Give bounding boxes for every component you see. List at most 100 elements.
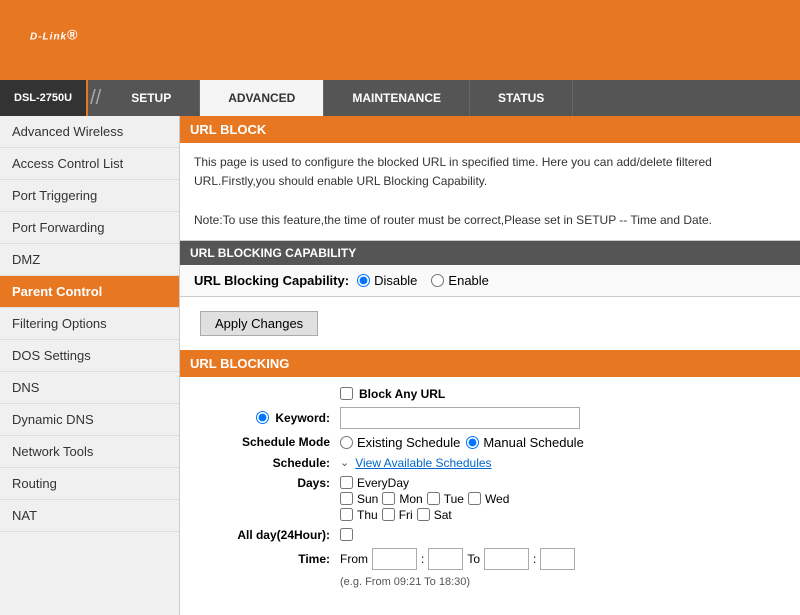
time-colon1: :	[421, 552, 424, 566]
tab-maintenance[interactable]: MAINTENANCE	[324, 80, 470, 116]
apply-changes-button[interactable]: Apply Changes	[200, 311, 318, 336]
allday-label: All day(24Hour):	[200, 528, 330, 542]
allday-row: All day(24Hour):	[200, 528, 780, 542]
logo-text: D-Link	[30, 31, 67, 42]
allday-checkbox[interactable]	[340, 528, 353, 541]
sidebar-item-routing[interactable]: Routing	[0, 468, 179, 500]
time-to-minute[interactable]	[540, 548, 575, 570]
disable-radio[interactable]	[357, 274, 370, 287]
logo: D-Link®	[30, 22, 78, 59]
info-line2: Note:To use this feature,the time of rou…	[194, 211, 786, 230]
schedule-dropdown-arrow: ⌄	[340, 456, 349, 469]
enable-radio-label[interactable]: Enable	[431, 273, 488, 288]
keyword-input-container	[340, 407, 580, 429]
existing-schedule-radio[interactable]	[340, 436, 353, 449]
block-any-url-row: Block Any URL	[340, 387, 780, 401]
schedule-mode-row: Schedule Mode Existing Schedule Manual S…	[200, 435, 780, 450]
content-area: URL BLOCK This page is used to configure…	[180, 116, 800, 615]
sidebar-item-filtering-options[interactable]: Filtering Options	[0, 308, 179, 340]
sidebar-item-dynamic-dns[interactable]: Dynamic DNS	[0, 404, 179, 436]
sidebar-item-parent-control[interactable]: Parent Control	[0, 276, 179, 308]
sat-label: Sat	[434, 508, 452, 522]
existing-schedule-label[interactable]: Existing Schedule	[340, 435, 460, 450]
weekdays-line1: Sun Mon Tue Wed	[340, 492, 509, 506]
tab-advanced[interactable]: ADVANCED	[200, 80, 324, 116]
everyday-label: EveryDay	[357, 476, 409, 490]
everyday-checkbox[interactable]	[340, 476, 353, 489]
time-inputs: From : To :	[340, 548, 575, 570]
apply-changes-container: Apply Changes	[180, 297, 800, 350]
manual-schedule-radio[interactable]	[466, 436, 479, 449]
tab-status[interactable]: STATUS	[470, 80, 573, 116]
days-row: Days: EveryDay Sun Mon Tu	[200, 476, 780, 522]
thu-checkbox[interactable]	[340, 508, 353, 521]
capability-body: URL Blocking Capability: Disable Enable	[180, 265, 800, 297]
time-colon2: :	[533, 552, 536, 566]
tab-setup[interactable]: SETUP	[103, 80, 200, 116]
url-blocking-header: URL BLOCKING	[180, 350, 800, 377]
device-label: DSL-2750U	[0, 80, 88, 116]
time-hint: (e.g. From 09:21 To 18:30)	[340, 576, 780, 588]
disable-radio-label[interactable]: Disable	[357, 273, 417, 288]
capability-section-header: URL BLOCKING CAPABILITY	[180, 241, 800, 265]
enable-radio[interactable]	[431, 274, 444, 287]
wed-label: Wed	[485, 492, 509, 506]
time-from-hour[interactable]	[372, 548, 417, 570]
schedule-label: Schedule:	[200, 456, 330, 470]
keyword-row: Keyword:	[200, 407, 780, 429]
info-line1: This page is used to configure the block…	[194, 153, 786, 191]
days-label: Days:	[200, 476, 330, 490]
sidebar-item-advanced-wireless[interactable]: Advanced Wireless	[0, 116, 179, 148]
top-nav: DSL-2750U // SETUP ADVANCED MAINTENANCE …	[0, 80, 800, 116]
time-from-minute[interactable]	[428, 548, 463, 570]
sidebar-item-port-triggering[interactable]: Port Triggering	[0, 180, 179, 212]
time-to-hour[interactable]	[484, 548, 529, 570]
capability-label: URL Blocking Capability:	[194, 273, 349, 288]
schedule-row-content: ⌄ View Available Schedules	[340, 456, 492, 470]
sidebar-item-dns[interactable]: DNS	[0, 372, 179, 404]
block-any-url-checkbox[interactable]	[340, 387, 353, 400]
mon-label: Mon	[399, 492, 422, 506]
disable-label: Disable	[374, 273, 417, 288]
url-block-header: URL BLOCK	[180, 116, 800, 143]
allday-content	[340, 528, 353, 541]
sidebar-item-network-tools[interactable]: Network Tools	[0, 436, 179, 468]
tue-label: Tue	[444, 492, 464, 506]
sidebar: Advanced Wireless Access Control List Po…	[0, 116, 180, 615]
top-nav-tabs: SETUP ADVANCED MAINTENANCE STATUS	[103, 80, 573, 116]
sidebar-item-dos-settings[interactable]: DOS Settings	[0, 340, 179, 372]
time-to-label: To	[467, 552, 480, 566]
sun-checkbox[interactable]	[340, 492, 353, 505]
time-from-label: From	[340, 552, 368, 566]
sat-checkbox[interactable]	[417, 508, 430, 521]
mon-checkbox[interactable]	[382, 492, 395, 505]
nav-slash: //	[88, 80, 103, 116]
weekdays-line2: Thu Fri Sat	[340, 508, 509, 522]
logo-trademark: ®	[67, 26, 78, 42]
view-schedules-link[interactable]: View Available Schedules	[355, 456, 491, 470]
form-area: Block Any URL Keyword: Schedule Mode	[180, 377, 800, 598]
header: D-Link®	[0, 0, 800, 80]
sidebar-item-nat[interactable]: NAT	[0, 500, 179, 532]
keyword-row-label: Keyword:	[200, 411, 330, 425]
manual-schedule-label[interactable]: Manual Schedule	[466, 435, 583, 450]
capability-radio-group: Disable Enable	[357, 273, 489, 288]
info-box: This page is used to configure the block…	[180, 143, 800, 241]
fri-checkbox[interactable]	[382, 508, 395, 521]
schedule-mode-label: Schedule Mode	[200, 435, 330, 449]
main-layout: Advanced Wireless Access Control List Po…	[0, 116, 800, 615]
block-any-url-label: Block Any URL	[359, 387, 445, 401]
sidebar-item-dmz[interactable]: DMZ	[0, 244, 179, 276]
time-content: From : To :	[340, 548, 575, 570]
schedule-mode-options: Existing Schedule Manual Schedule	[340, 435, 584, 450]
keyword-radio[interactable]	[256, 411, 269, 424]
sidebar-item-access-control-list[interactable]: Access Control List	[0, 148, 179, 180]
keyword-input[interactable]	[340, 407, 580, 429]
sun-label: Sun	[357, 492, 378, 506]
enable-label: Enable	[448, 273, 488, 288]
fri-label: Fri	[399, 508, 413, 522]
everyday-line: EveryDay	[340, 476, 509, 490]
tue-checkbox[interactable]	[427, 492, 440, 505]
sidebar-item-port-forwarding[interactable]: Port Forwarding	[0, 212, 179, 244]
wed-checkbox[interactable]	[468, 492, 481, 505]
